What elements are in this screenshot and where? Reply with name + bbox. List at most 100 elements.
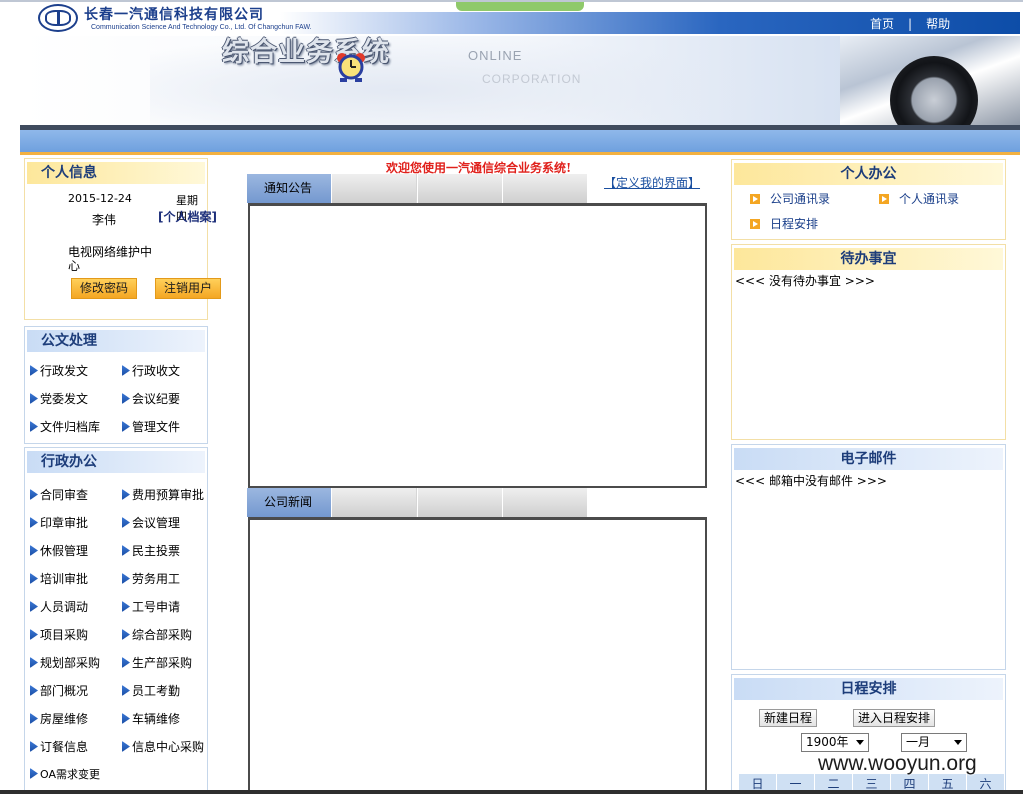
- doc-link-label: 党委发文: [40, 392, 89, 406]
- dropdown-arrow-icon: [856, 740, 864, 745]
- admin-link-label: 房屋维修: [40, 712, 89, 726]
- admin-link[interactable]: 合同审查: [30, 486, 88, 503]
- faw-logo-icon: [38, 4, 78, 32]
- todo-empty-message: <<< 没有待办事宜 >>>: [735, 274, 875, 288]
- admin-link[interactable]: 员工考勤: [122, 682, 180, 699]
- admin-link-label: 综合部采购: [132, 628, 193, 642]
- arrow-bullet-icon: [30, 517, 38, 528]
- sub-header-bar: [20, 130, 1020, 152]
- admin-link[interactable]: 费用预算审批: [122, 486, 204, 503]
- arrow-bullet-icon: [30, 741, 38, 752]
- admin-link[interactable]: 人员调动: [30, 598, 88, 615]
- doc-link-label: 行政收文: [132, 364, 181, 378]
- doc-link-label: 管理文件: [132, 420, 181, 434]
- personal-info-panel: 个人信息 2015-12-24 星期四 李伟 [个人档案] 电视网络维护中心 修…: [24, 158, 222, 320]
- admin-link[interactable]: 房屋维修: [30, 710, 88, 727]
- panel-title: 待办事宜: [734, 248, 1003, 270]
- admin-link-label: 人员调动: [40, 600, 89, 614]
- doc-link[interactable]: 管理文件: [122, 418, 180, 435]
- user-department: 电视网络维护中心: [68, 245, 153, 273]
- user-name: 李伟: [92, 213, 117, 227]
- admin-link-label: 部门概况: [40, 684, 89, 698]
- year-select[interactable]: 1900年: [801, 733, 869, 752]
- admin-link[interactable]: 民主投票: [122, 542, 180, 559]
- nav-home-link[interactable]: 首页: [870, 17, 894, 31]
- customize-interface-link[interactable]: 【定义我的界面】: [604, 174, 700, 191]
- arrow-bullet-icon: [122, 517, 130, 528]
- todo-panel: 待办事宜 <<< 没有待办事宜 >>>: [731, 244, 1006, 440]
- arrow-bullet-icon: [30, 489, 38, 500]
- admin-link[interactable]: 休假管理: [30, 542, 88, 559]
- logout-button[interactable]: 注销用户: [155, 278, 222, 299]
- current-date: 2015-12-24: [68, 192, 132, 205]
- admin-link[interactable]: 工号申请: [122, 598, 180, 615]
- admin-link-label: 生产部采购: [132, 656, 193, 670]
- tab-news[interactable]: 公司新闻: [247, 488, 331, 517]
- tab-notice[interactable]: 通知公告: [247, 174, 331, 203]
- alarm-clock-icon: [337, 53, 365, 82]
- tab-blank: [331, 174, 416, 203]
- office-link-label: 公司通讯录: [770, 192, 831, 206]
- admin-link[interactable]: 综合部采购: [122, 626, 192, 643]
- doc-link-label: 文件归档库: [40, 420, 101, 434]
- panel-title: 公文处理: [27, 330, 205, 352]
- taskbar-strip: [0, 790, 1023, 794]
- admin-link-label: 工号申请: [132, 600, 181, 614]
- arrow-bullet-icon: [30, 713, 38, 724]
- arrow-bullet-icon: [122, 685, 130, 696]
- arrow-bullet-icon: [30, 545, 38, 556]
- enter-schedule-button[interactable]: 进入日程安排: [853, 709, 936, 727]
- admin-link-label: 民主投票: [132, 544, 181, 558]
- tab-blank: [417, 488, 502, 517]
- admin-link[interactable]: 信息中心采购: [122, 738, 204, 755]
- admin-link[interactable]: 项目采购: [30, 626, 88, 643]
- admin-link[interactable]: 部门概况: [30, 682, 88, 699]
- admin-link-label: 劳务用工: [132, 572, 181, 586]
- personal-contacts-link[interactable]: 个人通讯录: [879, 190, 959, 207]
- admin-link[interactable]: 劳务用工: [122, 570, 180, 587]
- banner-online-text: ONLINE: [468, 48, 523, 63]
- month-select[interactable]: 一月: [901, 733, 967, 752]
- admin-link[interactable]: 车辆维修: [122, 710, 180, 727]
- arrow-bullet-icon: [122, 489, 130, 500]
- admin-link[interactable]: 规划部采购: [30, 654, 100, 671]
- change-password-button[interactable]: 修改密码: [71, 278, 138, 299]
- admin-link-label: 订餐信息: [40, 740, 89, 754]
- arrow-bullet-icon: [122, 365, 130, 376]
- arrow-bullet-icon: [122, 713, 130, 724]
- arrow-bullet-icon: [30, 768, 38, 779]
- doc-link[interactable]: 行政收文: [122, 362, 180, 379]
- doc-link[interactable]: 文件归档库: [30, 418, 100, 435]
- admin-link[interactable]: 订餐信息: [30, 738, 88, 755]
- admin-link[interactable]: 生产部采购: [122, 654, 192, 671]
- admin-link[interactable]: 培训审批: [30, 570, 88, 587]
- doc-link[interactable]: 党委发文: [30, 390, 88, 407]
- new-schedule-button[interactable]: 新建日程: [759, 709, 818, 727]
- doc-link[interactable]: 会议纪要: [122, 390, 180, 407]
- mail-empty-message: <<< 邮箱中没有邮件 >>>: [735, 474, 887, 488]
- arrow-bullet-icon: [122, 657, 130, 668]
- arrow-bullet-icon: [122, 573, 130, 584]
- company-name-cn: 长春一汽通信科技有限公司: [84, 7, 264, 23]
- admin-link[interactable]: 印章审批: [30, 514, 88, 531]
- admin-link-label: OA需求变更: [40, 768, 100, 781]
- office-link-label: 日程安排: [770, 217, 819, 231]
- admin-link[interactable]: 会议管理: [122, 514, 180, 531]
- schedule-link[interactable]: 日程安排: [750, 215, 818, 232]
- play-bullet-icon: [879, 194, 889, 204]
- admin-link-label: 车辆维修: [132, 712, 181, 726]
- admin-link-label: 费用预算审批: [132, 488, 205, 502]
- play-bullet-icon: [750, 219, 760, 229]
- panel-title: 个人办公: [734, 163, 1003, 185]
- arrow-bullet-icon: [30, 393, 38, 404]
- doc-link[interactable]: 行政发文: [30, 362, 88, 379]
- top-tab-marker: [456, 2, 584, 11]
- play-bullet-icon: [750, 194, 760, 204]
- admin-link-label: 会议管理: [132, 516, 181, 530]
- arrow-bullet-icon: [30, 421, 38, 432]
- personal-archive-link[interactable]: [个人档案]: [145, 210, 217, 225]
- nav-help-link[interactable]: 帮助: [926, 17, 950, 31]
- admin-link[interactable]: OA需求变更: [30, 766, 100, 782]
- company-contacts-link[interactable]: 公司通讯录: [750, 190, 830, 207]
- year-select-value: 1900年: [806, 735, 849, 749]
